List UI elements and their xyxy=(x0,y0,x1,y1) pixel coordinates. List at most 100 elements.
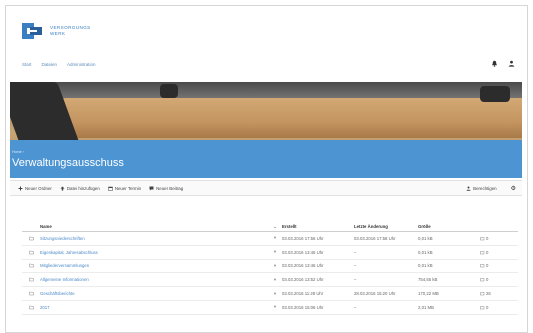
share-cell[interactable]: 0 xyxy=(480,305,516,310)
nav-item-start[interactable]: Start xyxy=(22,62,32,67)
breadcrumb[interactable]: Home › xyxy=(12,150,24,154)
table-row[interactable]: Sitzungsniederschriften ▾ 03.03.2016 17:56… xyxy=(22,232,518,246)
file-name-link[interactable]: Geschäftsberichte xyxy=(40,291,75,296)
new-post-label: Neuer Beitrag xyxy=(156,185,184,191)
chair-graphic xyxy=(160,84,178,98)
table-row[interactable]: Geschäftsberichte ▾ 03.03.2016 11:28 Uhr 28… xyxy=(22,287,518,301)
nav-item-dateien[interactable]: Dateien xyxy=(42,62,58,67)
row-folder-cell[interactable] xyxy=(22,250,40,255)
toolbar-right: Berechtigen ⚙ xyxy=(452,185,516,192)
table-row[interactable]: Eigenkapital, Jahresabschluss ▾ 03.03.2016… xyxy=(22,246,518,260)
size-cell: 0,01 kB xyxy=(418,249,433,255)
nav-item-administration[interactable]: Administration xyxy=(67,62,96,67)
calendar-icon xyxy=(108,186,113,191)
size-cell: 2,01 MB xyxy=(418,304,435,310)
new-folder-button[interactable]: Neuer Ordner xyxy=(18,186,52,191)
new-post-button[interactable]: Neuer Beitrag xyxy=(149,186,183,191)
brand-name: VERSORGUNGS WERK xyxy=(50,25,91,37)
file-name-link[interactable]: 2017 xyxy=(40,305,50,310)
brand-line2: WERK xyxy=(50,31,66,36)
new-date-button[interactable]: Neuer Termin xyxy=(108,186,141,191)
folder-icon xyxy=(28,250,34,254)
size-cell: 754,55 kB xyxy=(418,277,438,283)
share-cell[interactable]: 26 xyxy=(480,291,516,296)
share-count: 0 xyxy=(486,235,489,241)
share-count: 0 xyxy=(486,249,489,255)
table-header: Name ⌄ Erstellt Letzte Änderung Größe xyxy=(22,222,518,232)
table-row[interactable]: Mitgliederversammlungen ▾ 03.03.2016 13:46… xyxy=(22,260,518,274)
manage-label: Berechtigen xyxy=(473,185,497,191)
row-menu-icon[interactable]: ▾ xyxy=(268,249,282,255)
row-menu-icon[interactable]: ▾ xyxy=(268,291,282,297)
row-menu-icon[interactable]: ▾ xyxy=(268,277,282,283)
share-count: 0 xyxy=(486,304,489,310)
share-icon xyxy=(480,278,485,282)
row-folder-cell[interactable] xyxy=(22,305,40,310)
manage-button[interactable]: Berechtigen xyxy=(466,185,497,191)
last-change-cell: 28.03.2016 15:20 Uhr xyxy=(354,291,396,297)
chair-graphic xyxy=(480,86,510,102)
row-folder-cell[interactable] xyxy=(22,291,40,296)
action-toolbar: Neuer Ordner Datei hinzufügen Neuer Term… xyxy=(10,180,522,196)
header-last-change[interactable]: Letzte Änderung xyxy=(354,224,418,229)
conference-table-graphic xyxy=(40,98,522,138)
header-modified[interactable]: Erstellt xyxy=(282,224,354,229)
table-row[interactable]: 2017 ▾ 03.03.2016 15:06 Uhr – 2,01 MB 0 xyxy=(22,301,518,315)
brand-logo[interactable]: VERSORGUNGS WERK xyxy=(20,18,91,44)
last-change-cell: – xyxy=(354,249,357,255)
upload-label: Datei hinzufügen xyxy=(66,185,100,191)
share-cell[interactable]: 0 xyxy=(480,250,516,255)
size-cell: 0,01 kB xyxy=(418,263,433,269)
folder-icon xyxy=(28,264,34,268)
share-icon xyxy=(480,264,485,268)
logo-mark-icon xyxy=(20,21,44,41)
user-actions xyxy=(491,60,515,67)
share-icon xyxy=(480,292,485,296)
share-icon xyxy=(480,237,485,241)
users-icon xyxy=(466,186,471,191)
row-menu-icon[interactable]: ▾ xyxy=(268,235,282,241)
share-count: 26 xyxy=(486,291,491,297)
size-cell: 0,01 kB xyxy=(418,235,433,241)
page-title: Verwaltungsausschuss xyxy=(12,157,124,169)
share-cell[interactable]: 0 xyxy=(480,236,516,241)
top-navigation: Start Dateien Administration xyxy=(22,62,96,67)
folder-icon xyxy=(28,278,34,282)
upload-button[interactable]: Datei hinzufügen xyxy=(60,186,100,191)
created-cell: 03.03.2016 13:52 Uhr xyxy=(282,277,324,283)
share-icon xyxy=(480,306,485,310)
last-change-cell: 03.03.2016 17:58 Uhr xyxy=(354,235,396,241)
row-folder-cell[interactable] xyxy=(22,263,40,268)
file-table: Name ⌄ Erstellt Letzte Änderung Größe Si… xyxy=(22,222,518,315)
row-menu-icon[interactable]: ▾ xyxy=(268,263,282,269)
share-cell[interactable]: 0 xyxy=(480,277,516,282)
file-name-link[interactable]: Sitzungsniederschriften xyxy=(40,236,85,241)
share-icon xyxy=(480,250,485,254)
bell-icon[interactable] xyxy=(491,60,498,67)
folder-icon xyxy=(28,236,34,241)
created-cell: 03.03.2016 15:06 Uhr xyxy=(282,304,324,310)
plus-icon xyxy=(18,186,23,190)
file-name-link[interactable]: Allgemeine Informationen xyxy=(40,277,89,282)
settings-button[interactable]: ⚙ xyxy=(511,185,516,192)
share-cell[interactable]: 0 xyxy=(480,263,516,268)
user-icon[interactable] xyxy=(508,60,515,67)
table-body: Sitzungsniederschriften ▾ 03.03.2016 17:56… xyxy=(22,232,518,315)
folder-icon xyxy=(28,291,34,296)
header-name[interactable]: Name xyxy=(40,224,268,229)
size-cell: 170,22 MB xyxy=(418,291,439,297)
header-size[interactable]: Größe xyxy=(418,224,480,229)
header-sort-icon[interactable]: ⌄ xyxy=(268,224,282,230)
created-cell: 03.03.2016 17:56 Uhr xyxy=(282,235,324,241)
row-folder-cell[interactable] xyxy=(22,277,40,282)
share-count: 0 xyxy=(486,277,489,283)
file-name-link[interactable]: Mitgliederversammlungen xyxy=(40,263,89,268)
table-row[interactable]: Allgemeine Informationen ▾ 03.03.2016 13:5… xyxy=(22,273,518,288)
row-menu-icon[interactable]: ▾ xyxy=(268,304,282,310)
file-name-link[interactable]: Eigenkapital, Jahresabschluss xyxy=(40,250,98,255)
last-change-cell: – xyxy=(354,304,357,310)
row-folder-cell[interactable] xyxy=(22,236,40,241)
new-date-label: Neuer Termin xyxy=(114,185,142,191)
last-change-cell: – xyxy=(354,263,357,269)
created-cell: 03.03.2016 13:46 Uhr xyxy=(282,249,324,255)
